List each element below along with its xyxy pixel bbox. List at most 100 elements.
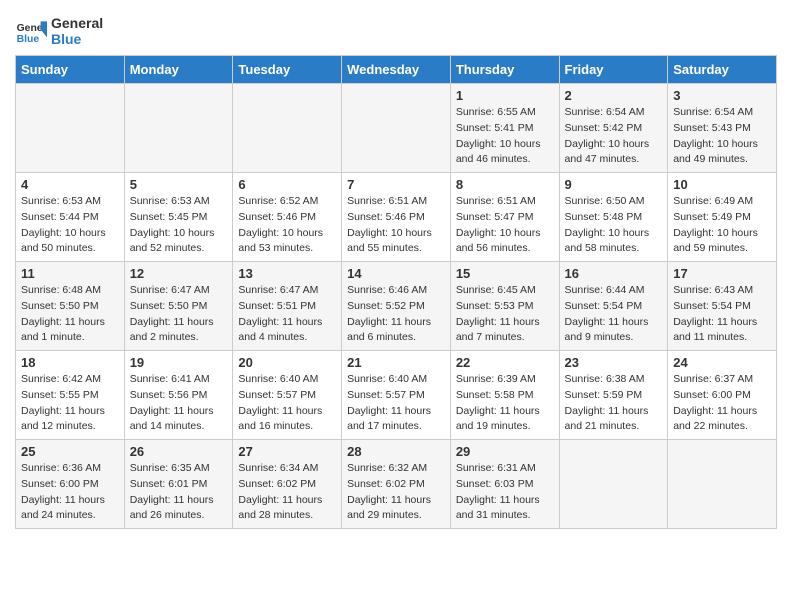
calendar-cell: 23 Sunrise: 6:38 AM Sunset: 5:59 PM Dayl… <box>559 351 668 440</box>
day-number: 5 <box>130 177 228 192</box>
sunset-text: Sunset: 5:46 PM <box>347 211 425 223</box>
day-info: Sunrise: 6:36 AM Sunset: 6:00 PM Dayligh… <box>21 461 119 524</box>
calendar-cell: 29 Sunrise: 6:31 AM Sunset: 6:03 PM Dayl… <box>450 440 559 529</box>
daylight-text: Daylight: 11 hours and 28 minutes. <box>238 494 322 522</box>
sunset-text: Sunset: 5:57 PM <box>347 389 425 401</box>
sunrise-text: Sunrise: 6:41 AM <box>130 373 210 385</box>
sunset-text: Sunset: 6:02 PM <box>347 478 425 490</box>
calendar-cell: 16 Sunrise: 6:44 AM Sunset: 5:54 PM Dayl… <box>559 262 668 351</box>
sunset-text: Sunset: 6:02 PM <box>238 478 316 490</box>
daylight-text: Daylight: 11 hours and 6 minutes. <box>347 316 431 344</box>
calendar-cell: 10 Sunrise: 6:49 AM Sunset: 5:49 PM Dayl… <box>668 173 777 262</box>
calendar-cell: 22 Sunrise: 6:39 AM Sunset: 5:58 PM Dayl… <box>450 351 559 440</box>
day-number: 17 <box>673 266 771 281</box>
sunset-text: Sunset: 5:58 PM <box>456 389 534 401</box>
day-number: 24 <box>673 355 771 370</box>
sunset-text: Sunset: 5:47 PM <box>456 211 534 223</box>
day-info: Sunrise: 6:40 AM Sunset: 5:57 PM Dayligh… <box>347 372 445 435</box>
sunset-text: Sunset: 5:56 PM <box>130 389 208 401</box>
sunrise-text: Sunrise: 6:43 AM <box>673 284 753 296</box>
calendar-cell: 5 Sunrise: 6:53 AM Sunset: 5:45 PM Dayli… <box>124 173 233 262</box>
day-info: Sunrise: 6:51 AM Sunset: 5:47 PM Dayligh… <box>456 194 554 257</box>
sunrise-text: Sunrise: 6:52 AM <box>238 195 318 207</box>
calendar-week-4: 18 Sunrise: 6:42 AM Sunset: 5:55 PM Dayl… <box>16 351 777 440</box>
sunset-text: Sunset: 5:42 PM <box>565 122 643 134</box>
daylight-text: Daylight: 11 hours and 12 minutes. <box>21 405 105 433</box>
day-number: 14 <box>347 266 445 281</box>
sunset-text: Sunset: 5:51 PM <box>238 300 316 312</box>
sunrise-text: Sunrise: 6:36 AM <box>21 462 101 474</box>
sunrise-text: Sunrise: 6:50 AM <box>565 195 645 207</box>
day-info: Sunrise: 6:32 AM Sunset: 6:02 PM Dayligh… <box>347 461 445 524</box>
calendar-cell <box>668 440 777 529</box>
day-header-monday: Monday <box>124 56 233 84</box>
sunrise-text: Sunrise: 6:44 AM <box>565 284 645 296</box>
sunset-text: Sunset: 5:44 PM <box>21 211 99 223</box>
day-number: 4 <box>21 177 119 192</box>
daylight-text: Daylight: 11 hours and 4 minutes. <box>238 316 322 344</box>
sunrise-text: Sunrise: 6:40 AM <box>238 373 318 385</box>
calendar-cell: 9 Sunrise: 6:50 AM Sunset: 5:48 PM Dayli… <box>559 173 668 262</box>
calendar-cell: 8 Sunrise: 6:51 AM Sunset: 5:47 PM Dayli… <box>450 173 559 262</box>
sunset-text: Sunset: 5:41 PM <box>456 122 534 134</box>
calendar-cell <box>342 84 451 173</box>
day-number: 2 <box>565 88 663 103</box>
calendar-cell: 20 Sunrise: 6:40 AM Sunset: 5:57 PM Dayl… <box>233 351 342 440</box>
day-info: Sunrise: 6:41 AM Sunset: 5:56 PM Dayligh… <box>130 372 228 435</box>
calendar-cell: 12 Sunrise: 6:47 AM Sunset: 5:50 PM Dayl… <box>124 262 233 351</box>
day-number: 23 <box>565 355 663 370</box>
calendar-week-5: 25 Sunrise: 6:36 AM Sunset: 6:00 PM Dayl… <box>16 440 777 529</box>
day-info: Sunrise: 6:53 AM Sunset: 5:44 PM Dayligh… <box>21 194 119 257</box>
day-number: 3 <box>673 88 771 103</box>
sunrise-text: Sunrise: 6:48 AM <box>21 284 101 296</box>
sunset-text: Sunset: 5:53 PM <box>456 300 534 312</box>
day-info: Sunrise: 6:37 AM Sunset: 6:00 PM Dayligh… <box>673 372 771 435</box>
day-header-friday: Friday <box>559 56 668 84</box>
day-header-saturday: Saturday <box>668 56 777 84</box>
day-number: 6 <box>238 177 336 192</box>
daylight-text: Daylight: 10 hours and 49 minutes. <box>673 138 758 166</box>
sunset-text: Sunset: 5:50 PM <box>21 300 99 312</box>
day-number: 21 <box>347 355 445 370</box>
daylight-text: Daylight: 11 hours and 22 minutes. <box>673 405 757 433</box>
sunrise-text: Sunrise: 6:51 AM <box>456 195 536 207</box>
day-header-wednesday: Wednesday <box>342 56 451 84</box>
calendar-cell: 1 Sunrise: 6:55 AM Sunset: 5:41 PM Dayli… <box>450 84 559 173</box>
day-number: 11 <box>21 266 119 281</box>
daylight-text: Daylight: 10 hours and 50 minutes. <box>21 227 106 255</box>
sunset-text: Sunset: 5:50 PM <box>130 300 208 312</box>
logo-line1: General <box>51 15 103 31</box>
sunset-text: Sunset: 5:45 PM <box>130 211 208 223</box>
day-number: 13 <box>238 266 336 281</box>
day-info: Sunrise: 6:53 AM Sunset: 5:45 PM Dayligh… <box>130 194 228 257</box>
day-number: 27 <box>238 444 336 459</box>
sunrise-text: Sunrise: 6:42 AM <box>21 373 101 385</box>
calendar-cell: 3 Sunrise: 6:54 AM Sunset: 5:43 PM Dayli… <box>668 84 777 173</box>
sunset-text: Sunset: 6:01 PM <box>130 478 208 490</box>
svg-text:Blue: Blue <box>17 34 40 45</box>
daylight-text: Daylight: 11 hours and 19 minutes. <box>456 405 540 433</box>
daylight-text: Daylight: 11 hours and 7 minutes. <box>456 316 540 344</box>
day-info: Sunrise: 6:54 AM Sunset: 5:42 PM Dayligh… <box>565 105 663 168</box>
daylight-text: Daylight: 11 hours and 31 minutes. <box>456 494 540 522</box>
sunset-text: Sunset: 5:48 PM <box>565 211 643 223</box>
daylight-text: Daylight: 11 hours and 11 minutes. <box>673 316 757 344</box>
day-info: Sunrise: 6:46 AM Sunset: 5:52 PM Dayligh… <box>347 283 445 346</box>
sunrise-text: Sunrise: 6:39 AM <box>456 373 536 385</box>
daylight-text: Daylight: 10 hours and 56 minutes. <box>456 227 541 255</box>
day-number: 29 <box>456 444 554 459</box>
calendar-cell: 4 Sunrise: 6:53 AM Sunset: 5:44 PM Dayli… <box>16 173 125 262</box>
calendar-cell: 27 Sunrise: 6:34 AM Sunset: 6:02 PM Dayl… <box>233 440 342 529</box>
daylight-text: Daylight: 10 hours and 52 minutes. <box>130 227 215 255</box>
calendar-cell: 21 Sunrise: 6:40 AM Sunset: 5:57 PM Dayl… <box>342 351 451 440</box>
day-info: Sunrise: 6:52 AM Sunset: 5:46 PM Dayligh… <box>238 194 336 257</box>
sunset-text: Sunset: 6:03 PM <box>456 478 534 490</box>
sunrise-text: Sunrise: 6:51 AM <box>347 195 427 207</box>
sunrise-text: Sunrise: 6:46 AM <box>347 284 427 296</box>
sunrise-text: Sunrise: 6:47 AM <box>238 284 318 296</box>
daylight-text: Daylight: 10 hours and 59 minutes. <box>673 227 758 255</box>
day-info: Sunrise: 6:50 AM Sunset: 5:48 PM Dayligh… <box>565 194 663 257</box>
sunrise-text: Sunrise: 6:38 AM <box>565 373 645 385</box>
calendar-cell: 25 Sunrise: 6:36 AM Sunset: 6:00 PM Dayl… <box>16 440 125 529</box>
day-header-sunday: Sunday <box>16 56 125 84</box>
